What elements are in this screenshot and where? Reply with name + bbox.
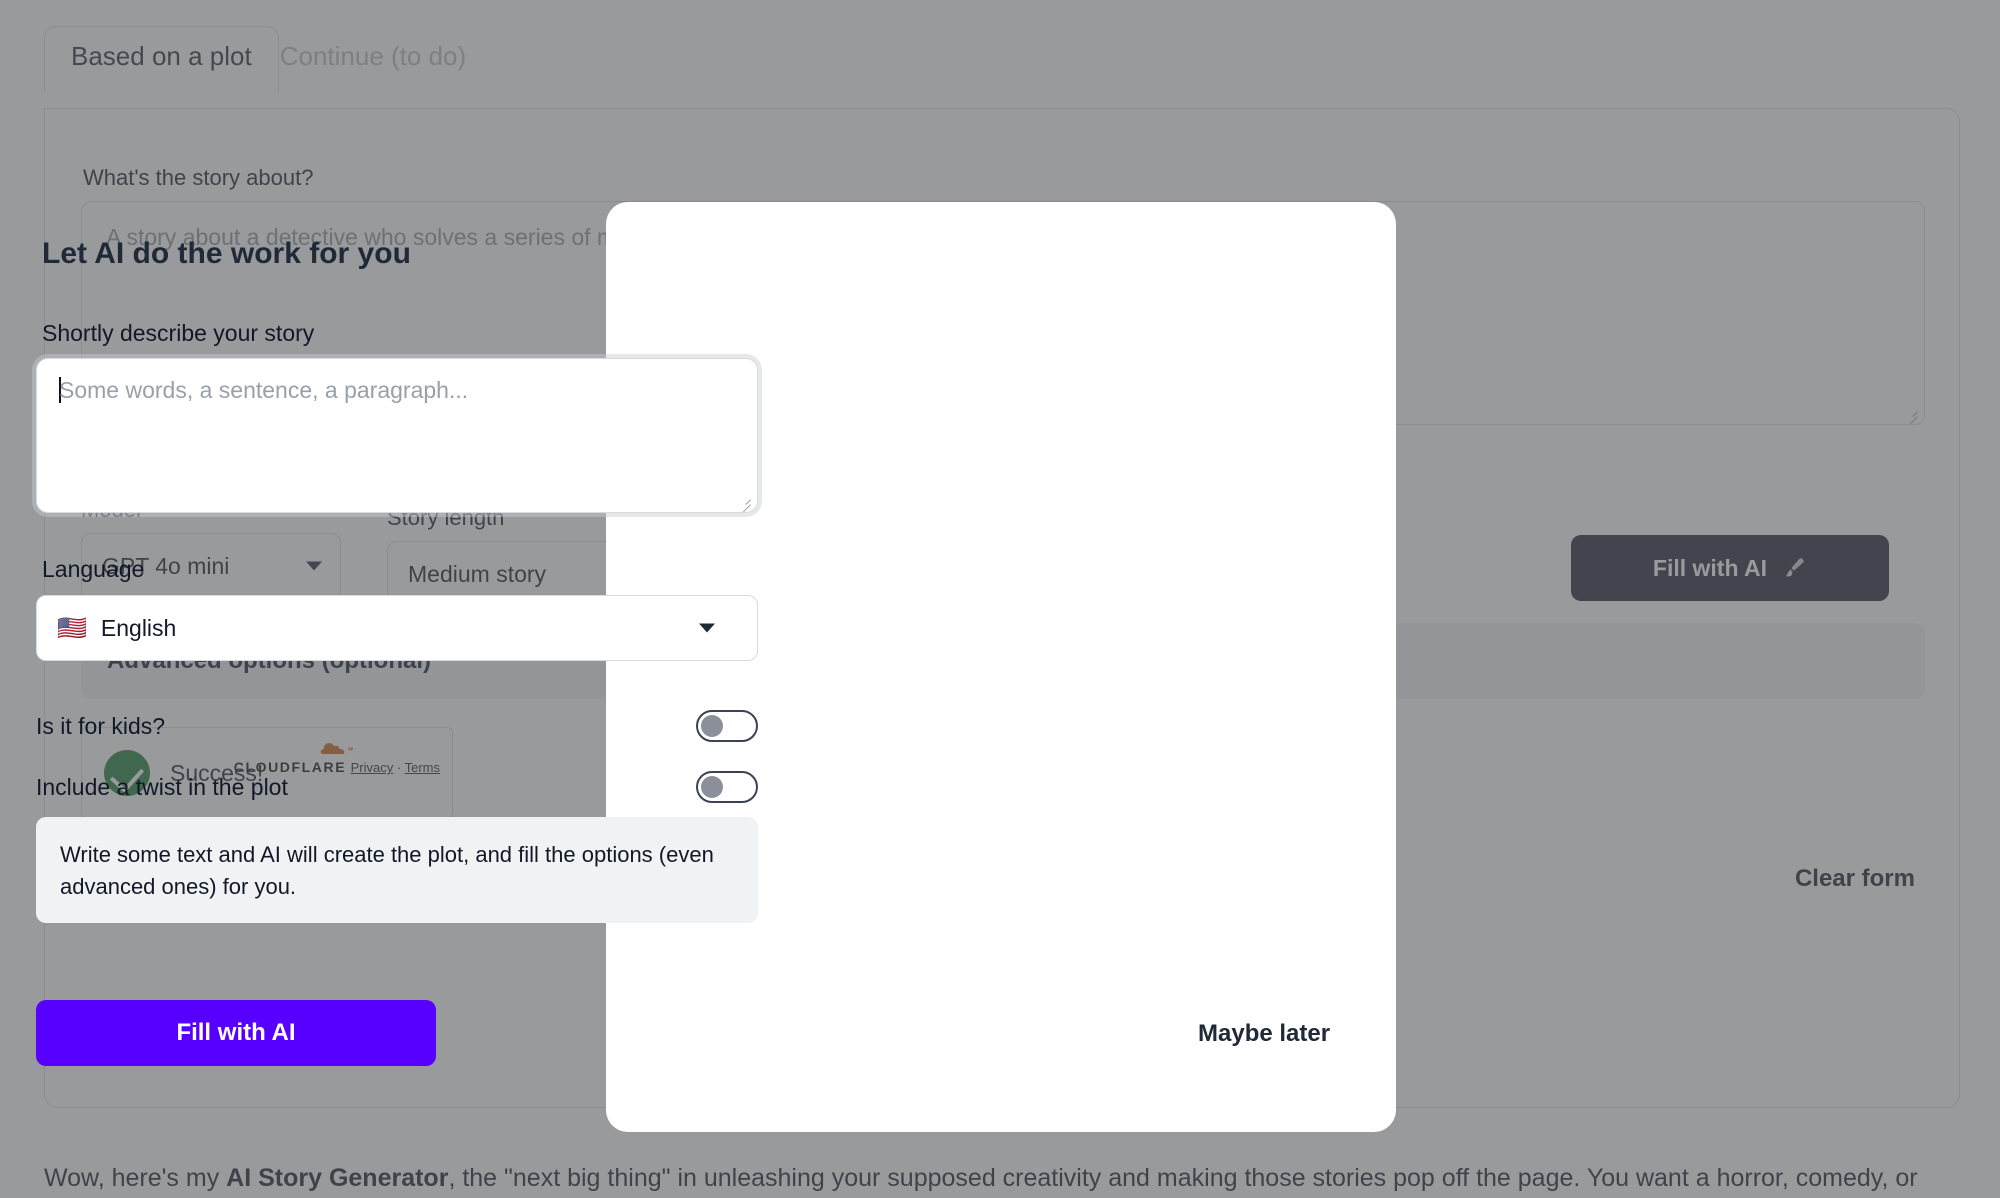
describe-story-label: Shortly describe your story [42, 320, 315, 346]
is-it-for-kids-label: Is it for kids? [36, 712, 166, 739]
toggle-row-kids: Is it for kids? [36, 706, 758, 746]
modal-title: Let AI do the work for you [42, 237, 411, 270]
let-ai-do-the-work-modal [606, 202, 1396, 1132]
describe-story-placeholder: Some words, a sentence, a paragraph... [59, 377, 469, 403]
toggle-knob [701, 715, 723, 737]
describe-story-textarea[interactable]: Some words, a sentence, a paragraph... [36, 358, 758, 513]
language-select[interactable]: 🇺🇸 English [36, 595, 758, 661]
include-twist-label: Include a twist in the plot [36, 773, 288, 800]
info-hint-box: Write some text and AI will create the p… [36, 817, 758, 923]
maybe-later-button[interactable]: Maybe later [1198, 1020, 1330, 1048]
modal-fill-with-ai-button[interactable]: Fill with AI [36, 1000, 436, 1066]
toggle-knob [701, 776, 723, 798]
toggle-row-twist: Include a twist in the plot [36, 767, 758, 807]
us-flag-icon: 🇺🇸 [57, 614, 87, 642]
language-select-value: English [100, 614, 177, 641]
language-label: Language [42, 556, 145, 582]
is-it-for-kids-toggle[interactable] [696, 710, 758, 742]
chevron-down-icon [699, 623, 715, 633]
resize-handle-icon[interactable] [737, 493, 751, 507]
include-twist-toggle[interactable] [696, 771, 758, 803]
